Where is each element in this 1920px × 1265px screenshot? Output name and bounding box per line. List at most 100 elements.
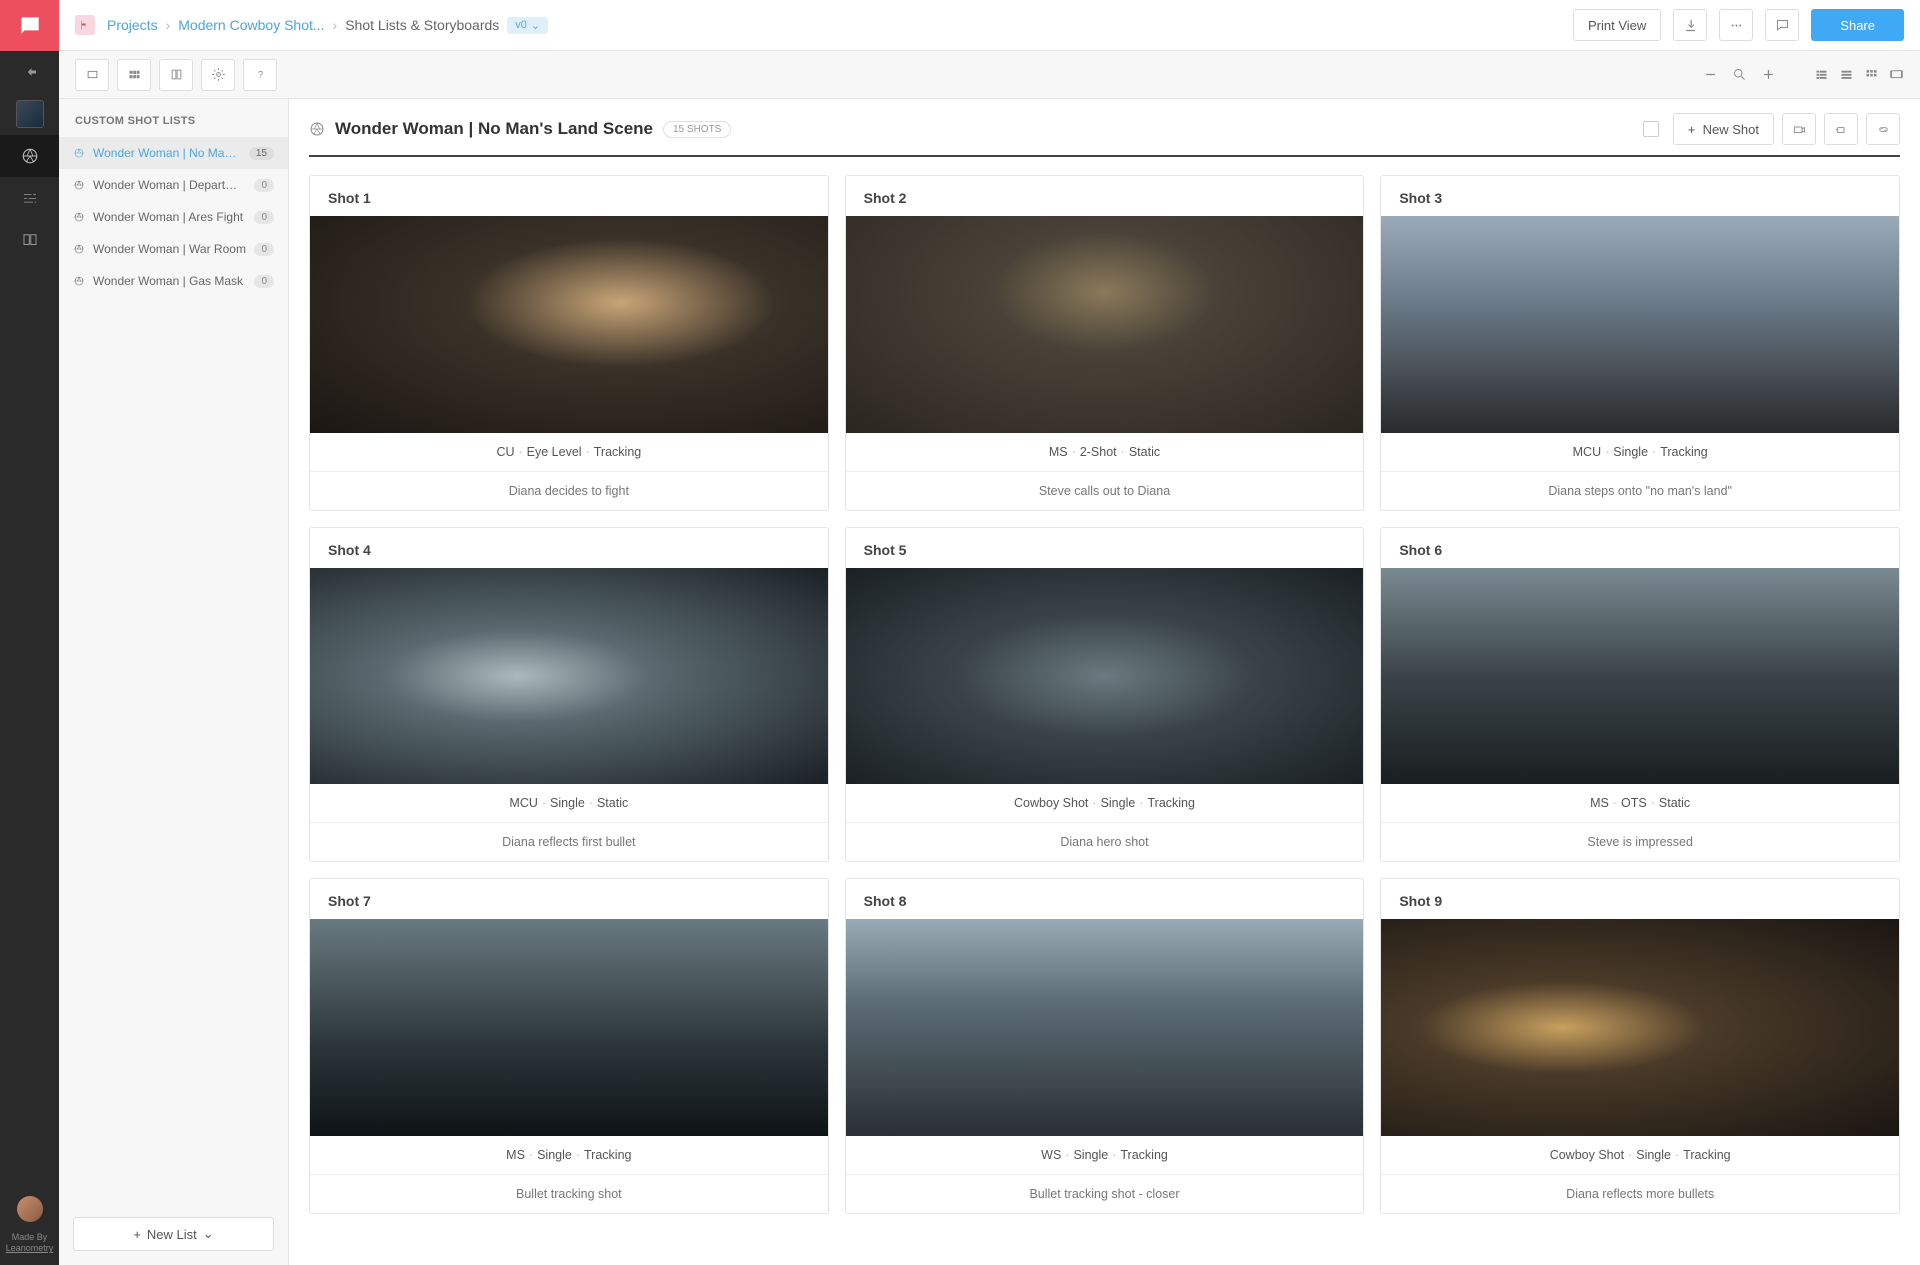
sidebar-item[interactable]: Wonder Woman | Department Store0: [59, 169, 288, 201]
aperture-icon: [73, 147, 85, 159]
list-item-label: Wonder Woman | Gas Mask: [93, 274, 246, 288]
credit-link[interactable]: Leanometry: [6, 1243, 54, 1253]
view-grid-icon[interactable]: [1864, 67, 1879, 82]
sidebar-item[interactable]: Wonder Woman | Ares Fight0: [59, 201, 288, 233]
shot-meta: WS·Single·Tracking: [846, 1136, 1364, 1175]
app-root: Made By Leanometry Projects › Modern Cow…: [0, 0, 1920, 1265]
chevron-down-icon: ⌄: [531, 19, 540, 32]
zoom-controls: [1703, 67, 1904, 82]
tool-columns[interactable]: [159, 59, 193, 91]
download-button[interactable]: [1673, 9, 1707, 41]
shot-meta: MS·2-Shot·Static: [846, 433, 1364, 472]
shot-card[interactable]: Shot 1CU·Eye Level·TrackingDiana decides…: [309, 175, 829, 511]
shot-meta: Cowboy Shot·Single·Tracking: [846, 784, 1364, 823]
sidebar-item[interactable]: Wonder Woman | No Man's Land ...15: [59, 137, 288, 169]
project-flag[interactable]: [75, 15, 95, 35]
shot-title: Shot 7: [310, 879, 828, 919]
select-all-checkbox[interactable]: [1643, 121, 1659, 137]
print-view-button[interactable]: Print View: [1573, 9, 1661, 41]
plus-icon[interactable]: [1761, 67, 1776, 82]
list-item-label: Wonder Woman | No Man's Land ...: [93, 146, 241, 160]
shot-description: Bullet tracking shot: [310, 1175, 828, 1213]
shot-card[interactable]: Shot 2MS·2-Shot·StaticSteve calls out to…: [845, 175, 1365, 511]
shot-meta: MS·OTS·Static: [1381, 784, 1899, 823]
shot-thumbnail: [846, 216, 1364, 433]
view-list-icon[interactable]: [1814, 67, 1829, 82]
link-button[interactable]: [1866, 113, 1900, 145]
rail-back[interactable]: [0, 51, 59, 93]
main-column: Projects › Modern Cowboy Shot... › Shot …: [59, 0, 1920, 1265]
camera-button[interactable]: [1782, 113, 1816, 145]
shot-title: Shot 3: [1381, 176, 1899, 216]
aperture-icon: [21, 147, 39, 165]
view-present-icon[interactable]: [1889, 67, 1904, 82]
tool-settings[interactable]: [201, 59, 235, 91]
sidebar-item[interactable]: Wonder Woman | War Room0: [59, 233, 288, 265]
share-button[interactable]: Share: [1811, 9, 1904, 41]
shot-description: Steve is impressed: [1381, 823, 1899, 861]
camera-icon: [1792, 122, 1807, 137]
sidebar-item[interactable]: Wonder Woman | Gas Mask0: [59, 265, 288, 297]
download-icon: [1683, 18, 1698, 33]
left-rail: Made By Leanometry: [0, 0, 59, 1265]
more-button[interactable]: [1719, 9, 1753, 41]
comment-icon: [1775, 18, 1790, 33]
shot-title: Shot 6: [1381, 528, 1899, 568]
columns-icon: [169, 67, 184, 82]
shot-card[interactable]: Shot 9Cowboy Shot·Single·TrackingDiana r…: [1380, 878, 1900, 1214]
minus-icon[interactable]: [1703, 67, 1718, 82]
add-camera-button[interactable]: [1824, 113, 1858, 145]
shot-thumbnail: [1381, 568, 1899, 785]
shot-title: Shot 2: [846, 176, 1364, 216]
search-icon[interactable]: [1732, 67, 1747, 82]
version-badge[interactable]: v0 ⌄: [507, 17, 548, 34]
aperture-icon: [309, 121, 325, 137]
chat-icon: [17, 13, 43, 39]
shot-description: Diana decides to fight: [310, 472, 828, 510]
plus-icon: +: [133, 1227, 141, 1242]
view-rows-icon[interactable]: [1839, 67, 1854, 82]
tool-help[interactable]: ?: [243, 59, 277, 91]
shot-card[interactable]: Shot 4 MCU·Single·StaticDiana reflects fi…: [309, 527, 829, 863]
shot-card[interactable]: Shot 3MCU·Single·TrackingDiana steps ont…: [1380, 175, 1900, 511]
list-item-label: Wonder Woman | Department Store: [93, 178, 246, 192]
aperture-icon: [73, 275, 85, 287]
shot-list-nav: Wonder Woman | No Man's Land ...15Wonder…: [59, 137, 288, 1203]
shot-meta: CU·Eye Level·Tracking: [310, 433, 828, 472]
book-icon: [21, 231, 39, 249]
user-avatar[interactable]: [17, 1196, 43, 1222]
shot-card[interactable]: Shot 8WS·Single·TrackingBullet tracking …: [845, 878, 1365, 1214]
flag-icon: [79, 19, 91, 31]
grid-icon: [127, 67, 142, 82]
aperture-icon: [73, 179, 85, 191]
rail-project-thumb[interactable]: [0, 93, 59, 135]
rail-book[interactable]: [0, 219, 59, 261]
shot-card[interactable]: Shot 6 MS·OTS·StaticSteve is impressed: [1380, 527, 1900, 863]
comment-button[interactable]: [1765, 9, 1799, 41]
more-icon: [1729, 18, 1744, 33]
new-list-button[interactable]: + New List ⌄: [73, 1217, 274, 1251]
plus-icon: +: [1688, 122, 1696, 137]
shot-title: Shot 4: [310, 528, 828, 568]
shot-meta: MCU·Single·Static: [310, 784, 828, 823]
view-switch: [1814, 67, 1904, 82]
chevron-down-icon: ⌄: [203, 1226, 214, 1242]
body: CUSTOM SHOT LISTS Wonder Woman | No Man'…: [59, 99, 1920, 1265]
shot-card[interactable]: Shot 5Cowboy Shot·Single·TrackingDiana h…: [845, 527, 1365, 863]
sidebar-heading: CUSTOM SHOT LISTS: [59, 99, 288, 137]
rail-aperture[interactable]: [0, 135, 59, 177]
shot-description: Diana reflects first bullet: [310, 823, 828, 861]
shot-description: Diana reflects more bullets: [1381, 1175, 1899, 1213]
breadcrumb-projects[interactable]: Projects: [107, 17, 158, 33]
shot-thumbnail: [1381, 216, 1899, 433]
app-logo[interactable]: [0, 0, 59, 51]
shots-grid: Shot 1CU·Eye Level·TrackingDiana decides…: [309, 175, 1900, 1214]
tool-frame[interactable]: [75, 59, 109, 91]
breadcrumb-project[interactable]: Modern Cowboy Shot...: [178, 17, 324, 33]
shot-card[interactable]: Shot 7MS·Single·TrackingBullet tracking …: [309, 878, 829, 1214]
add-camera-icon: [1834, 122, 1849, 137]
rail-sliders[interactable]: [0, 177, 59, 219]
tool-grid[interactable]: [117, 59, 151, 91]
chevron-right-icon: ›: [333, 17, 338, 33]
new-shot-button[interactable]: + New Shot: [1673, 113, 1774, 145]
